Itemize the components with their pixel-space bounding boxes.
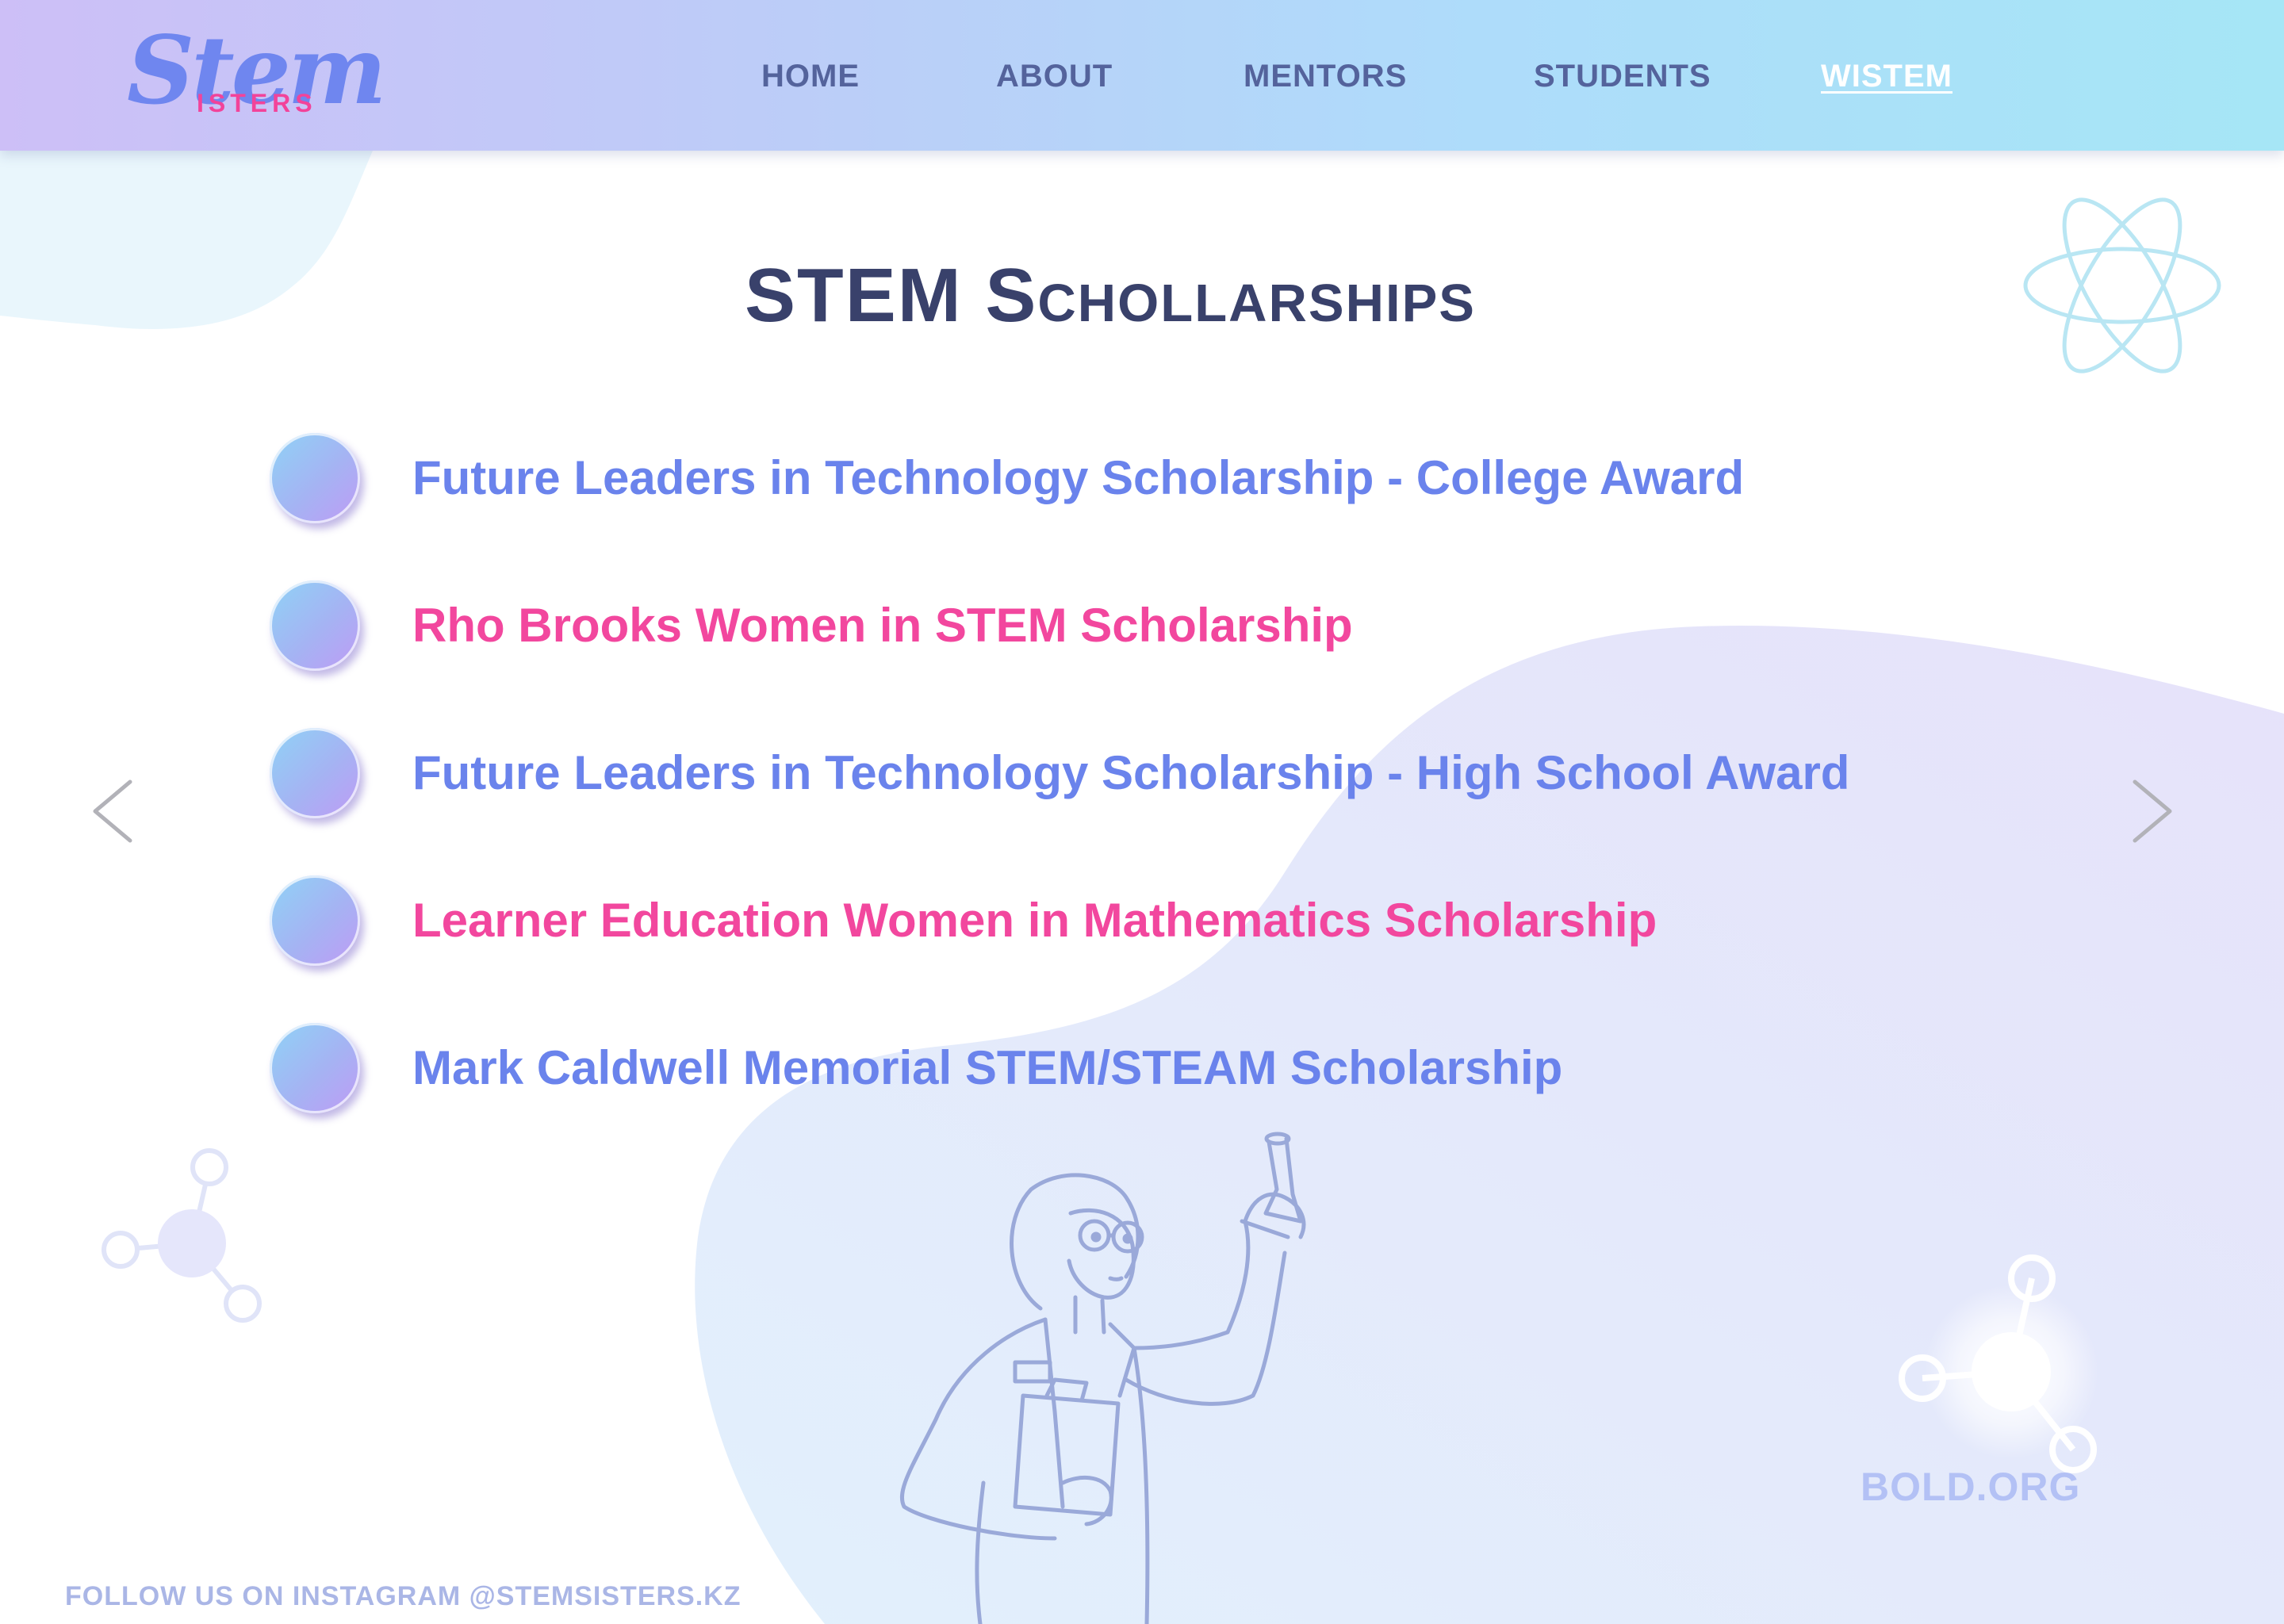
- chevron-left-icon[interactable]: [86, 776, 141, 847]
- bullet-icon: [270, 433, 360, 523]
- bullet-icon: [270, 580, 360, 671]
- instagram-follow-link[interactable]: FOLLOW US ON INSTAGRAM @STEMSISTERS.KZ: [65, 1581, 742, 1612]
- background-decoration: [0, 151, 2284, 1624]
- source-link[interactable]: BOLD.ORG: [1861, 1464, 2080, 1510]
- bullet-icon: [270, 728, 360, 818]
- nav-home[interactable]: HOME: [761, 54, 860, 98]
- scholarship-link[interactable]: Future Leaders in Technology Scholarship…: [412, 745, 1849, 801]
- nav-students[interactable]: STUDENTS: [1534, 54, 1711, 98]
- scholarship-link[interactable]: Future Leaders in Technology Scholarship…: [412, 450, 1744, 506]
- scholarship-link[interactable]: Mark Caldwell Memorial STEM/STEAM Schola…: [412, 1040, 1562, 1096]
- scholarship-link[interactable]: Rho Brooks Women in STEM Scholarship: [412, 598, 1353, 653]
- stem-sisters-logo[interactable]: Stem ISTERS: [119, 15, 387, 135]
- bullet-icon: [270, 875, 360, 966]
- navbar: Stem ISTERS HOME ABOUT MENTORS STUDENTS …: [0, 0, 2284, 151]
- chevron-right-icon[interactable]: [2124, 776, 2179, 847]
- nav-wistem[interactable]: WISTEM: [1821, 54, 1953, 98]
- title-stem: STEM: [745, 253, 986, 338]
- logo-subtext: ISTERS: [197, 89, 317, 117]
- nav-mentors[interactable]: MENTORS: [1244, 54, 1407, 98]
- page-title: STEM Schollarships: [0, 252, 2221, 339]
- scholarship-link[interactable]: Learner Education Women in Mathematics S…: [412, 893, 1657, 948]
- bullet-icon: [270, 1023, 360, 1113]
- title-scholarships: Schollarships: [985, 253, 1476, 338]
- nav-about[interactable]: ABOUT: [996, 54, 1113, 98]
- molecule-icon: [102, 1148, 262, 1323]
